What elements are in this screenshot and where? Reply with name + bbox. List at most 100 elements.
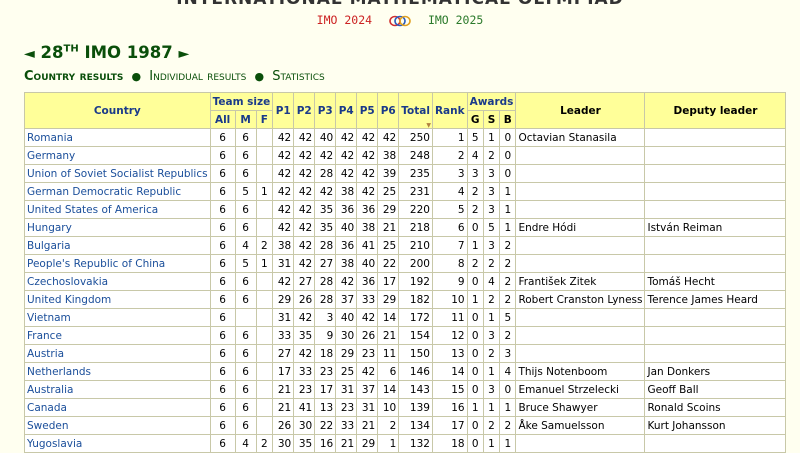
- header-p6[interactable]: P6: [377, 92, 400, 129]
- score-p1: 26: [272, 416, 295, 435]
- header-p2[interactable]: P2: [293, 92, 316, 129]
- score-p3: 35: [314, 218, 337, 237]
- score-p3: 42: [314, 146, 337, 165]
- gold-count: 0: [466, 308, 484, 327]
- score-total: 248: [398, 146, 433, 165]
- header-total[interactable]: Total ▼: [398, 92, 433, 129]
- score-total: 182: [398, 290, 433, 309]
- gold-count: 3: [466, 164, 484, 183]
- header-f[interactable]: F: [255, 110, 274, 129]
- team-male: 5: [234, 182, 257, 201]
- country-name[interactable]: Hungary: [24, 218, 211, 237]
- country-name[interactable]: Union of Soviet Socialist Republics: [24, 164, 211, 183]
- score-p6: 29: [377, 200, 400, 219]
- prev-olympiad-arrow[interactable]: ◄: [24, 46, 35, 62]
- header-p3[interactable]: P3: [314, 92, 337, 129]
- team-male: 6: [234, 218, 257, 237]
- rank: 15: [431, 380, 468, 399]
- team-female: 2: [255, 236, 274, 255]
- score-p3: 28: [314, 290, 337, 309]
- score-p2: 30: [293, 416, 316, 435]
- score-p4: 42: [335, 128, 358, 147]
- country-name[interactable]: United Kingdom: [24, 290, 211, 309]
- table-row: Sweden 6 6 26 30 22 33 21 2 134 17 0 2 2 Åke Samuelsso…: [24, 416, 787, 435]
- leader-name: [515, 326, 646, 345]
- gold-count: 0: [466, 416, 484, 435]
- tab-individual-results[interactable]: Individual results: [149, 69, 246, 84]
- imo-rings-logo-icon[interactable]: [389, 15, 411, 27]
- header-p4[interactable]: P4: [335, 92, 358, 129]
- prev-imo-link[interactable]: IMO 2024: [317, 13, 372, 27]
- country-name[interactable]: People's Republic of China: [24, 254, 211, 273]
- score-p4: 42: [335, 146, 358, 165]
- country-name[interactable]: Austria: [24, 344, 211, 363]
- team-male: 4: [234, 236, 257, 255]
- score-p2: 42: [293, 128, 316, 147]
- score-p5: 36: [356, 200, 379, 219]
- score-p5: 33: [356, 290, 379, 309]
- gold-count: 0: [466, 362, 484, 381]
- score-total: 250: [398, 128, 433, 147]
- team-all: 6: [209, 236, 236, 255]
- tab-statistics[interactable]: Statistics: [272, 69, 325, 84]
- score-p2: 23: [293, 380, 316, 399]
- team-all: 6: [209, 164, 236, 183]
- score-p2: 27: [293, 272, 316, 291]
- country-name[interactable]: Bulgaria: [24, 236, 211, 255]
- tab-country-results[interactable]: Country results: [24, 69, 123, 84]
- header-p1[interactable]: P1: [272, 92, 295, 129]
- country-name[interactable]: Vietnam: [24, 308, 211, 327]
- site-title[interactable]: INTERNATIONAL MATHEMATICAL OLYMPIAD: [0, 0, 800, 9]
- country-name[interactable]: France: [24, 326, 211, 345]
- score-p5: 42: [356, 146, 379, 165]
- leader-name: [515, 254, 646, 273]
- country-name[interactable]: Czechoslovakia: [24, 272, 211, 291]
- bronze-count: 1: [499, 398, 517, 417]
- deputy-leader-name: Terence James Heard: [644, 290, 787, 309]
- country-name[interactable]: Netherlands: [24, 362, 211, 381]
- score-p5: 42: [356, 164, 379, 183]
- table-row: People's Republic of China 6 5 1 31 42 27 38 40 2…: [24, 254, 787, 273]
- next-imo-link[interactable]: IMO 2025: [428, 13, 483, 27]
- header-all[interactable]: All: [209, 110, 236, 129]
- country-name[interactable]: German Democratic Republic: [24, 182, 211, 201]
- header-awards: Awards: [466, 92, 517, 111]
- score-p2: 42: [293, 218, 316, 237]
- country-name[interactable]: United States of America: [24, 200, 211, 219]
- score-p1: 42: [272, 272, 295, 291]
- score-p3: 3: [314, 308, 337, 327]
- score-p1: 42: [272, 182, 295, 201]
- team-female: [255, 416, 274, 435]
- header-p5[interactable]: P5: [356, 92, 379, 129]
- table-row: United States of America 6 6 42 42 35 36 36 29 22…: [24, 200, 787, 219]
- team-all: 6: [209, 398, 236, 417]
- country-name[interactable]: Australia: [24, 380, 211, 399]
- imo-year-nav: IMO 2024 IMO 2025: [0, 13, 800, 27]
- score-p6: 42: [377, 128, 400, 147]
- score-p3: 22: [314, 416, 337, 435]
- gold-count: 1: [466, 398, 484, 417]
- score-p6: 17: [377, 272, 400, 291]
- team-male: 6: [234, 146, 257, 165]
- header-rank[interactable]: Rank: [431, 92, 468, 129]
- team-all: 6: [209, 218, 236, 237]
- country-name[interactable]: Canada: [24, 398, 211, 417]
- next-olympiad-arrow[interactable]: ►: [178, 46, 189, 62]
- bronze-count: 0: [499, 164, 517, 183]
- score-p4: 42: [335, 272, 358, 291]
- country-name[interactable]: Germany: [24, 146, 211, 165]
- score-total: 134: [398, 416, 433, 435]
- score-p6: 29: [377, 290, 400, 309]
- country-name[interactable]: Sweden: [24, 416, 211, 435]
- score-p5: 42: [356, 182, 379, 201]
- score-p2: 42: [293, 236, 316, 255]
- header-m[interactable]: M: [234, 110, 257, 129]
- score-p6: 11: [377, 344, 400, 363]
- country-name[interactable]: Romania: [24, 128, 211, 147]
- table-row: Germany 6 6 42 42 42 42 42 38 248 2 4 2 0: [24, 146, 787, 165]
- bronze-count: 2: [499, 254, 517, 273]
- rank: 8: [431, 254, 468, 273]
- table-row: Austria 6 6 27 42 18 29 23 11 150 13 0 2 3: [24, 344, 787, 363]
- header-country[interactable]: Country: [24, 92, 211, 129]
- gold-count: 4: [466, 146, 484, 165]
